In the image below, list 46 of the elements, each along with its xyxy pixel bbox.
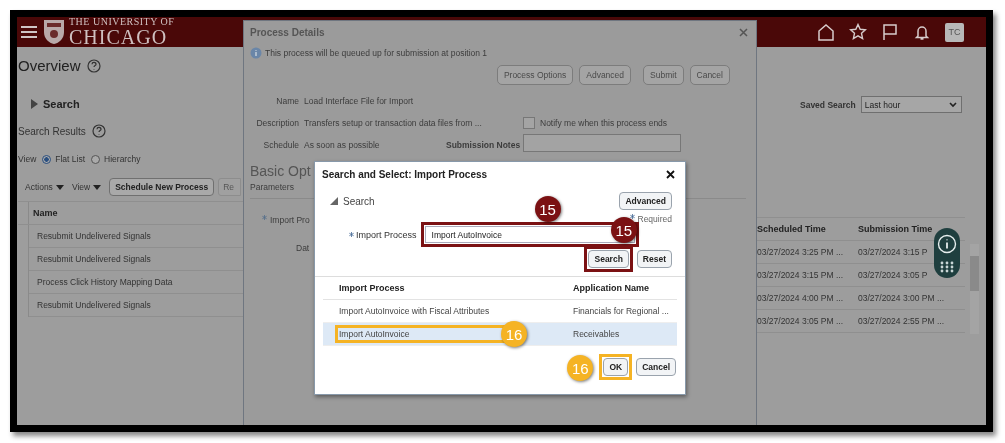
table-cell: Process Click History Mapping Data — [29, 271, 243, 294]
field-value: Transfers setup or transaction data files from ... — [304, 118, 483, 128]
column-header: Application Name — [573, 283, 649, 293]
table-cell-text: 03/27/2024 3:15 PM ... — [757, 270, 844, 280]
field-label: Description — [255, 118, 299, 128]
table-cell-text: 03/27/2024 3:25 PM ... — [757, 247, 844, 257]
dialog-title: Search and Select: Import Process — [322, 169, 488, 180]
table-cell: Resubmit Undelivered Signals — [29, 225, 243, 248]
step-marker: 16 — [501, 321, 527, 347]
table-cell: Resubmit Undelivered Signals — [29, 248, 243, 271]
table-cell: Financials for Regional ... — [573, 306, 669, 316]
field-label: Schedule — [262, 140, 299, 150]
table-cell: Import AutoInvoice with Fiscal Attributes — [339, 306, 490, 316]
column-header: Submission Time — [858, 224, 933, 234]
subsection-label: Parameters — [250, 182, 295, 192]
dialog-title: Process Details — [250, 27, 325, 38]
column-header: Name — [18, 201, 243, 225]
field-value: As soon as possible — [304, 140, 381, 150]
info-message: This process will be queued up for submission at position 1 — [265, 48, 488, 58]
table-cell: 03/27/2024 3:05 P — [858, 270, 928, 280]
saved-search-label: Saved Search — [800, 99, 856, 110]
table-cell: Receivables — [573, 329, 620, 339]
table-cell-text: 03/27/2024 4:00 PM ... — [757, 293, 844, 303]
required-note: Required — [637, 214, 672, 224]
table-cell: Import AutoInvoice — [339, 329, 410, 339]
table-cell: 03/27/2024 2:55 PM ... — [858, 316, 944, 326]
page-title: Overview — [18, 57, 81, 74]
table-cell: 03/27/2024 3:00 PM ... — [858, 293, 944, 303]
field-label: Name — [275, 96, 299, 106]
field-label: Submission Notes — [446, 140, 519, 150]
view-label: View — [18, 154, 37, 164]
step-marker: 15 — [610, 217, 637, 243]
results-heading: Search Results — [18, 125, 86, 137]
section-heading: Basic Opt — [250, 163, 311, 179]
table-cell-text: 03/27/2024 3:05 PM ... — [757, 316, 844, 326]
step-marker: 16 — [567, 355, 594, 381]
logo-title: CHICAGO — [69, 27, 169, 47]
step-marker: 15 — [534, 196, 561, 222]
table-cell: Resubmit Undelivered Signals — [29, 294, 243, 317]
field-label: Import Pro — [270, 215, 310, 225]
column-header: Import Process — [339, 283, 406, 293]
field-label: Dat — [296, 243, 310, 253]
logo-subtitle: THE UNIVERSITY OF — [69, 17, 175, 27]
field-label: Import Process — [356, 229, 417, 240]
table-cell: 03/27/2024 3:15 P — [858, 247, 928, 257]
column-header: Scheduled Time — [757, 224, 827, 234]
